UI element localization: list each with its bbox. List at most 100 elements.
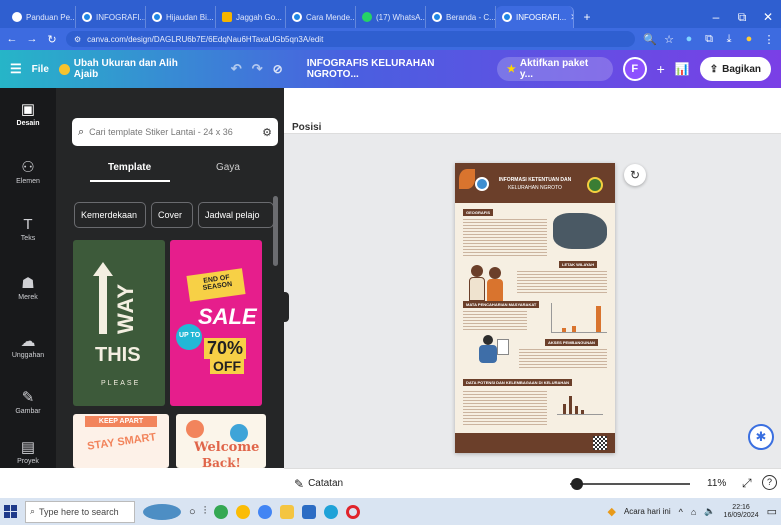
browser-tab[interactable]: Hijaudan Bi... ✕ xyxy=(146,6,216,28)
site-info-icon[interactable]: ⚙ xyxy=(74,35,81,44)
weather-illustration-icon[interactable] xyxy=(143,503,181,520)
extensions-puzzle-icon[interactable]: ⧉ xyxy=(703,33,715,46)
bar-chart-graphic xyxy=(551,303,607,333)
panel-collapse-handle[interactable] xyxy=(281,292,289,322)
browser-tab-strip: Panduan Pe... ✕ INFOGRAFI... ✕ Hijaudan … xyxy=(0,0,781,28)
rail-item-design[interactable]: ▣ Desain xyxy=(0,100,56,127)
template-text: WAY xyxy=(113,282,138,334)
refresh-page-button[interactable]: ↻ xyxy=(624,164,646,186)
extension-icon[interactable]: ● xyxy=(683,33,695,45)
browser-tab-active[interactable]: INFOGRAFI... ✕ xyxy=(496,6,574,28)
tab-style[interactable]: Gaya xyxy=(216,162,240,173)
share-button[interactable]: ⇪ Bagikan xyxy=(699,57,771,81)
back-icon[interactable]: ← xyxy=(6,33,18,45)
edge-icon[interactable] xyxy=(324,504,339,519)
rail-item-brand[interactable]: ☗ Merek xyxy=(0,274,56,301)
qr-code-icon xyxy=(593,436,607,450)
leaf-decoration-shape xyxy=(459,169,475,189)
browser-tab[interactable]: INFOGRAFI... ✕ xyxy=(76,6,146,28)
browser-menu-icon[interactable]: ⋮ xyxy=(763,33,775,46)
chrome-profile-icon[interactable] xyxy=(236,504,251,519)
zoom-slider[interactable] xyxy=(570,478,690,490)
map-shape xyxy=(553,213,607,249)
reload-icon[interactable]: ↻ xyxy=(46,33,58,46)
close-window-button[interactable]: ✕ xyxy=(755,6,781,28)
search-icon: ⌕ xyxy=(30,506,36,516)
weather-text[interactable]: Acara hari ini xyxy=(624,507,671,516)
cloud-saved-icon[interactable]: ⊘ xyxy=(273,62,283,76)
template-text: PLEASE xyxy=(101,380,141,387)
windows-start-icon[interactable] xyxy=(4,505,17,518)
design-icon: ▣ xyxy=(20,101,36,118)
browser-tab[interactable]: (17) WhatsA... ✕ xyxy=(356,6,426,28)
insights-icon[interactable]: 📊 xyxy=(675,62,690,76)
chip-kemerdekaan[interactable]: Kemerdekaan xyxy=(74,202,146,228)
rail-item-draw[interactable]: ✎ Gambar xyxy=(0,388,56,415)
tray-chevron-icon[interactable]: ^ xyxy=(679,507,683,517)
upgrade-button[interactable]: ★ Aktifkan paket y... xyxy=(496,57,613,81)
task-view-icon[interactable]: ○ xyxy=(189,506,196,518)
resize-button[interactable]: Ubah Ukuran dan Alih Ajaib xyxy=(58,58,203,80)
chrome-icon[interactable] xyxy=(214,504,229,519)
magic-assistant-button[interactable]: ✱ xyxy=(748,424,774,450)
browser-tab[interactable]: Beranda - C... ✕ xyxy=(426,6,496,28)
restore-button[interactable]: ⧉ xyxy=(729,6,755,28)
file-explorer-icon[interactable] xyxy=(280,504,295,519)
forward-icon[interactable]: → xyxy=(26,33,38,45)
redo-icon[interactable]: ↷ xyxy=(252,61,263,77)
notification-icon[interactable]: ▭ xyxy=(767,505,777,518)
bookmark-star-icon[interactable]: ☆ xyxy=(663,33,675,46)
design-title[interactable]: INFOGRAFIS KELURAHAN NGROTO... xyxy=(307,58,487,80)
main-menu-button[interactable]: ☰ xyxy=(10,61,22,77)
rail-item-uploads[interactable]: ☁ Unggahan xyxy=(0,332,56,359)
browser-tab[interactable]: Jaggah Go... ✕ xyxy=(216,6,286,28)
panel-scrollbar[interactable] xyxy=(273,196,278,266)
rail-item-projects[interactable]: ▤ Proyek xyxy=(0,438,56,465)
template-thumbnail[interactable]: Welcome Back! xyxy=(176,414,266,468)
file-menu[interactable]: File xyxy=(32,64,49,75)
chip-cover[interactable]: Cover xyxy=(151,202,193,228)
browser-tab[interactable]: Cara Mende... ✕ xyxy=(286,6,356,28)
rail-item-elements[interactable]: ⚇ Elemen xyxy=(0,158,56,185)
undo-icon[interactable]: ↶ xyxy=(231,61,242,77)
notes-icon[interactable]: ✎ xyxy=(294,477,304,491)
text-block-shape xyxy=(517,269,607,295)
weather-icon[interactable]: ◆ xyxy=(608,505,616,518)
browser-tab[interactable]: Panduan Pe... ✕ xyxy=(6,6,76,28)
mail-icon[interactable] xyxy=(302,504,317,519)
zoom-icon[interactable]: 🔍 xyxy=(643,33,657,46)
filter-icon[interactable]: ⚙ xyxy=(262,126,272,139)
minimize-button[interactable]: – xyxy=(703,6,729,28)
notes-button[interactable]: Catatan xyxy=(308,478,343,489)
design-page[interactable]: INFORMASI KETENTUAN DAN KELURAHAN NGROTO… xyxy=(455,163,615,453)
url-field[interactable]: ⚙ canva.com/design/DAGLRU6b7E/6EdqNau6HT… xyxy=(66,31,635,47)
template-thumbnail[interactable]: END OF SEASON SALE UP TO 70% OFF xyxy=(170,240,262,406)
zoom-slider-knob[interactable] xyxy=(571,478,584,490)
widgets-icon[interactable]: ⫶ xyxy=(204,505,207,518)
chrome-app-icon[interactable] xyxy=(258,504,273,519)
rail-item-text[interactable]: T Teks xyxy=(0,216,56,242)
user-avatar[interactable]: F xyxy=(622,57,647,81)
crown-icon xyxy=(58,63,70,75)
text-block-shape xyxy=(463,309,527,331)
tab-favicon-icon xyxy=(432,12,442,22)
opera-icon[interactable] xyxy=(346,504,361,519)
chip-jadwal[interactable]: Jadwal pelajo xyxy=(198,202,274,228)
network-icon[interactable]: ⌂ xyxy=(691,507,696,517)
clock[interactable]: 22:16 16/09/2024 xyxy=(724,504,759,520)
volume-icon[interactable]: 🔈 xyxy=(704,506,715,517)
position-button[interactable]: Posisi xyxy=(292,122,321,133)
template-thumbnail[interactable]: WAY THIS PLEASE xyxy=(73,240,165,406)
tab-template[interactable]: Template xyxy=(108,162,151,173)
template-search-input[interactable]: ⌕ Cari template Stiker Lantai - 24 x 36 … xyxy=(72,118,278,146)
tab-label: INFOGRAFI... xyxy=(516,12,567,22)
fullscreen-icon[interactable]: ⤢ xyxy=(742,476,752,491)
zoom-level[interactable]: 11% xyxy=(707,478,726,489)
template-thumbnail[interactable]: KEEP APART STAY SMART xyxy=(73,414,169,468)
help-button[interactable]: ? xyxy=(762,475,777,490)
new-tab-button[interactable]: + xyxy=(574,6,600,28)
taskbar-search[interactable]: ⌕ Type here to search xyxy=(25,500,135,523)
download-icon[interactable]: ⤓ xyxy=(723,33,735,46)
profile-icon[interactable]: ● xyxy=(743,33,755,45)
add-collaborator-icon[interactable]: + xyxy=(657,61,665,77)
